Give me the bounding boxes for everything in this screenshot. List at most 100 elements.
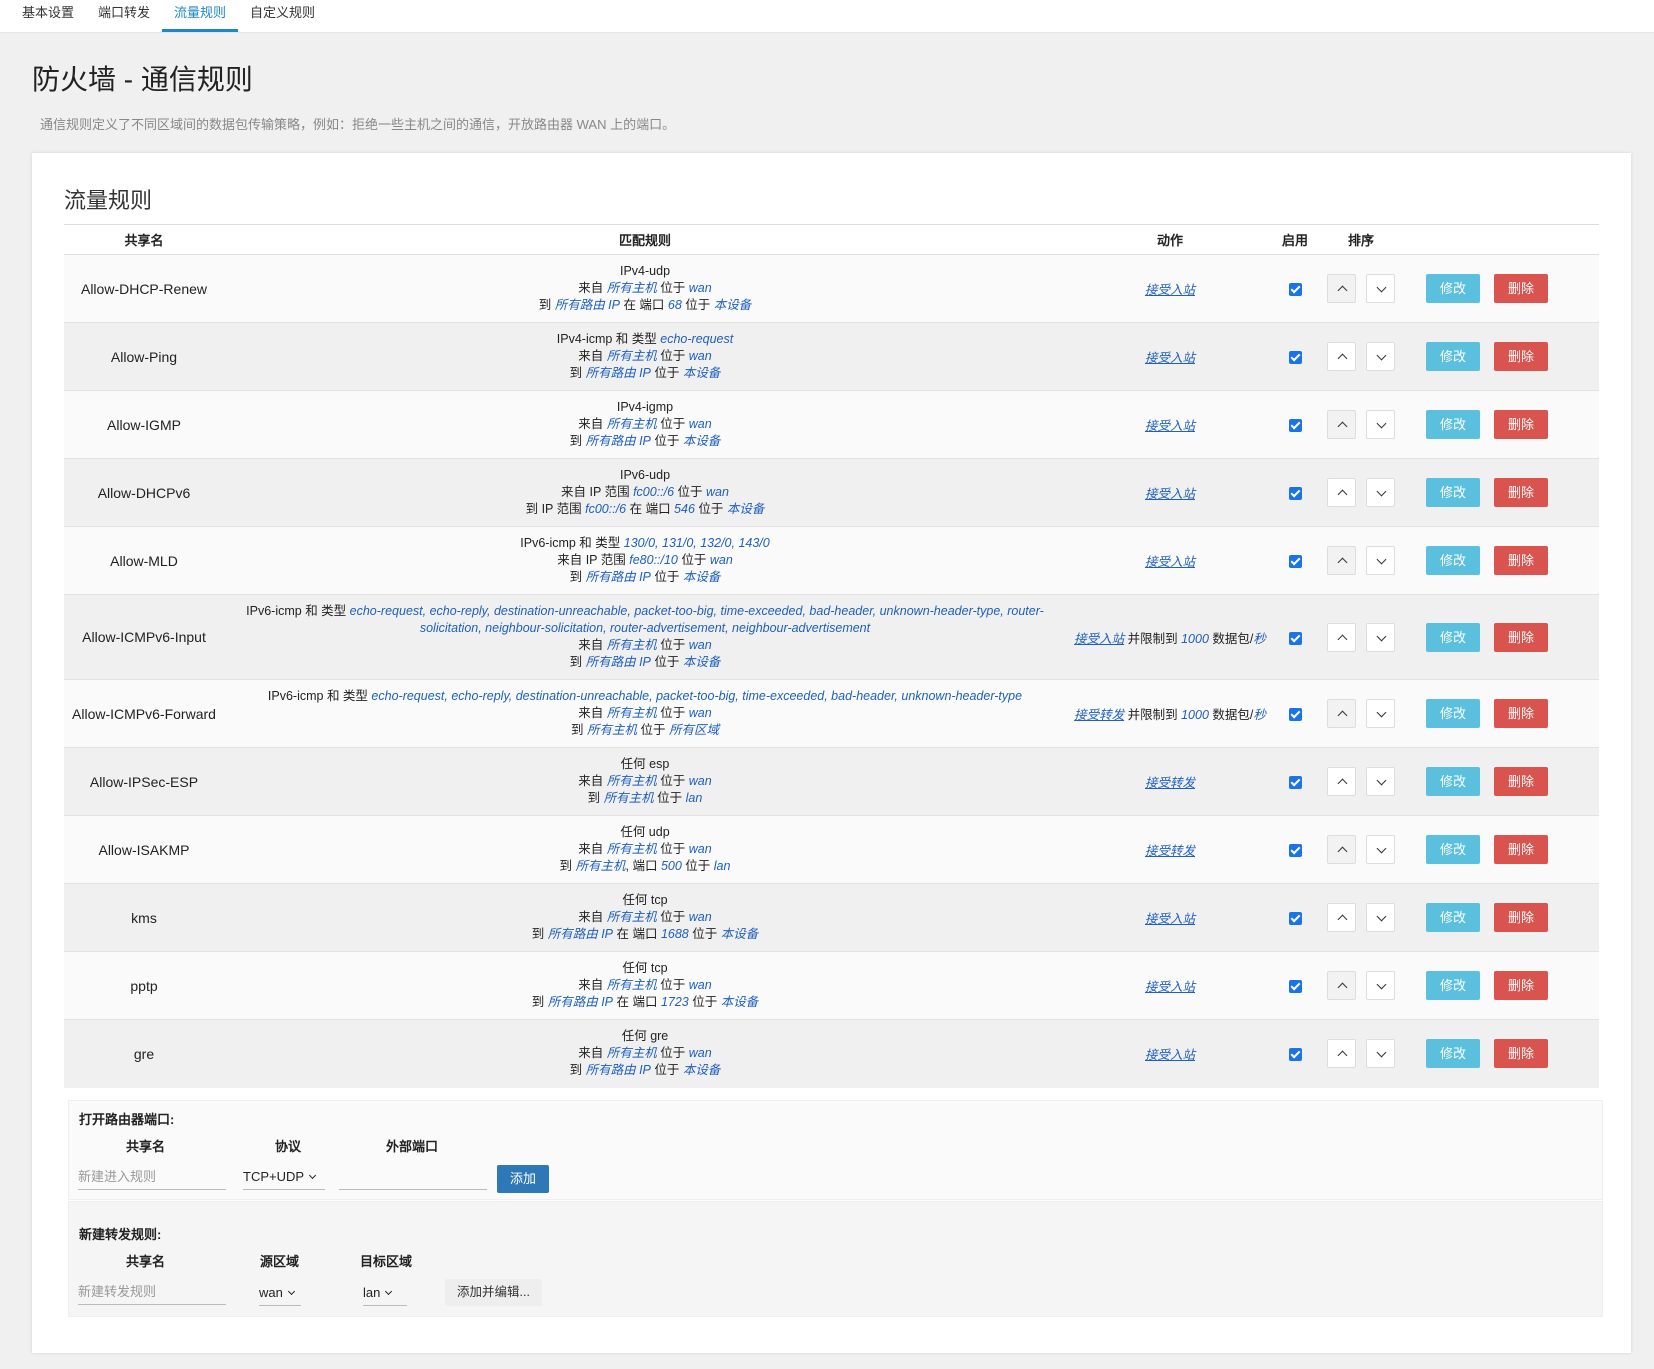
tab-basic-settings[interactable]: 基本设置 [10, 0, 86, 32]
delete-button[interactable]: 删除 [1494, 971, 1549, 1000]
move-up-button[interactable] [1327, 410, 1356, 439]
move-down-button[interactable] [1366, 622, 1395, 652]
enable-checkbox[interactable] [1288, 283, 1302, 297]
action-link[interactable]: 接受转发 [1145, 844, 1195, 858]
delete-button[interactable]: 删除 [1494, 767, 1549, 796]
match-value: wan [688, 281, 712, 295]
delete-button[interactable]: 删除 [1494, 699, 1549, 728]
move-down-button[interactable] [1366, 274, 1395, 303]
tab-port-forward[interactable]: 端口转发 [86, 0, 162, 32]
delete-button[interactable]: 删除 [1494, 546, 1549, 575]
move-down-button[interactable] [1366, 699, 1395, 728]
table-row: Allow-IGMP IPv4-igmp 来自 所有主机 位于 wan 到 所有路由 … [64, 390, 1599, 459]
chevron-up-icon [1337, 557, 1348, 568]
new-forward-name-input[interactable]: 新建转发规则 [78, 1279, 226, 1305]
edit-button[interactable]: 修改 [1426, 971, 1481, 1000]
move-down-button[interactable] [1366, 835, 1395, 864]
enable-checkbox[interactable] [1288, 631, 1302, 645]
delete-button[interactable]: 删除 [1494, 1039, 1549, 1069]
move-up-button[interactable] [1327, 274, 1356, 303]
move-up-button[interactable] [1327, 699, 1356, 728]
edit-button[interactable]: 修改 [1426, 342, 1481, 371]
new-forward-col-src-zone: 源区域 [260, 1254, 300, 1269]
dst-zone-select[interactable]: lan [363, 1280, 407, 1306]
move-up-button[interactable] [1327, 546, 1356, 575]
src-zone-select[interactable]: wan [259, 1280, 301, 1306]
move-up-button[interactable] [1327, 478, 1356, 507]
rule-action: 接受入站 [1066, 526, 1274, 595]
action-link[interactable]: 接受入站 [1145, 912, 1195, 926]
match-text: 到 [569, 366, 586, 380]
move-down-button[interactable] [1366, 546, 1395, 575]
tab-custom-rules[interactable]: 自定义规则 [238, 0, 327, 32]
move-down-button[interactable] [1366, 903, 1395, 932]
action-link[interactable]: 接受入站 [1145, 487, 1195, 501]
edit-button[interactable]: 修改 [1426, 767, 1481, 796]
match-value: 所有路由 IP [547, 927, 614, 941]
move-down-button[interactable] [1366, 478, 1395, 507]
add-button[interactable]: 添加 [497, 1165, 550, 1193]
enable-checkbox[interactable] [1288, 844, 1302, 858]
enable-checkbox[interactable] [1288, 419, 1302, 433]
delete-button[interactable]: 删除 [1494, 274, 1549, 303]
edit-button[interactable]: 修改 [1426, 1039, 1481, 1069]
enable-checkbox[interactable] [1288, 980, 1302, 994]
open-port-name-input[interactable]: 新建进入规则 [78, 1164, 226, 1190]
move-down-button[interactable] [1366, 971, 1395, 1000]
delete-button[interactable]: 删除 [1494, 342, 1549, 371]
open-port-protocol-select[interactable]: TCP+UDP [243, 1164, 325, 1190]
action-link[interactable]: 接受入站 [1145, 1048, 1195, 1062]
move-up-button[interactable] [1327, 767, 1356, 796]
enable-checkbox[interactable] [1288, 351, 1302, 365]
action-link[interactable]: 接受转发 [1074, 708, 1124, 722]
edit-button[interactable]: 修改 [1426, 699, 1481, 728]
delete-button[interactable]: 删除 [1494, 622, 1549, 652]
move-up-button[interactable] [1327, 971, 1356, 1000]
action-link[interactable]: 接受入站 [1145, 283, 1195, 297]
open-port-ext-port-input[interactable] [339, 1164, 487, 1190]
enable-checkbox[interactable] [1288, 487, 1302, 501]
match-line: 到 所有主机 位于 所有区域 [234, 722, 1056, 739]
edit-button[interactable]: 修改 [1426, 546, 1481, 575]
edit-button[interactable]: 修改 [1426, 835, 1481, 864]
rule-action: 接受入站 [1066, 1019, 1274, 1088]
tab-traffic-rules[interactable]: 流量规则 [162, 0, 239, 32]
add-and-edit-button[interactable]: 添加并编辑... [445, 1279, 542, 1306]
match-line: 任何 tcp [234, 960, 1056, 977]
delete-button[interactable]: 删除 [1494, 903, 1549, 932]
move-up-button[interactable] [1327, 622, 1356, 652]
chevron-down-icon [1376, 350, 1387, 361]
move-up-button[interactable] [1327, 1039, 1356, 1069]
match-text: 在 端口 [626, 502, 675, 516]
edit-button[interactable]: 修改 [1426, 410, 1481, 439]
move-down-button[interactable] [1366, 1039, 1395, 1069]
rule-name: Allow-IGMP [64, 390, 224, 459]
move-up-button[interactable] [1327, 835, 1356, 864]
action-link[interactable]: 接受入站 [1145, 555, 1195, 569]
match-value: 本设备 [682, 655, 721, 669]
enable-checkbox[interactable] [1288, 912, 1302, 926]
edit-button[interactable]: 修改 [1426, 903, 1481, 932]
action-link[interactable]: 接受入站 [1145, 419, 1195, 433]
enable-checkbox[interactable] [1288, 555, 1302, 569]
edit-button[interactable]: 修改 [1426, 274, 1481, 303]
enable-checkbox[interactable] [1288, 1048, 1302, 1062]
move-down-button[interactable] [1366, 342, 1395, 371]
action-link[interactable]: 接受入站 [1145, 351, 1195, 365]
delete-button[interactable]: 删除 [1494, 410, 1549, 439]
action-link[interactable]: 接受入站 [1145, 980, 1195, 994]
action-link[interactable]: 接受入站 [1074, 632, 1124, 646]
move-up-button[interactable] [1327, 903, 1356, 932]
enable-checkbox[interactable] [1288, 708, 1302, 722]
move-down-button[interactable] [1366, 410, 1395, 439]
enable-checkbox[interactable] [1288, 776, 1302, 790]
edit-button[interactable]: 修改 [1426, 478, 1481, 507]
table-header-row: 共享名 匹配规则 动作 启用 排序 [64, 224, 1599, 255]
action-link[interactable]: 接受转发 [1145, 776, 1195, 790]
move-down-button[interactable] [1366, 767, 1395, 796]
move-up-button[interactable] [1327, 342, 1356, 371]
action-text: 1000 [1181, 708, 1209, 722]
delete-button[interactable]: 删除 [1494, 835, 1549, 864]
edit-button[interactable]: 修改 [1426, 622, 1481, 652]
delete-button[interactable]: 删除 [1494, 478, 1549, 507]
